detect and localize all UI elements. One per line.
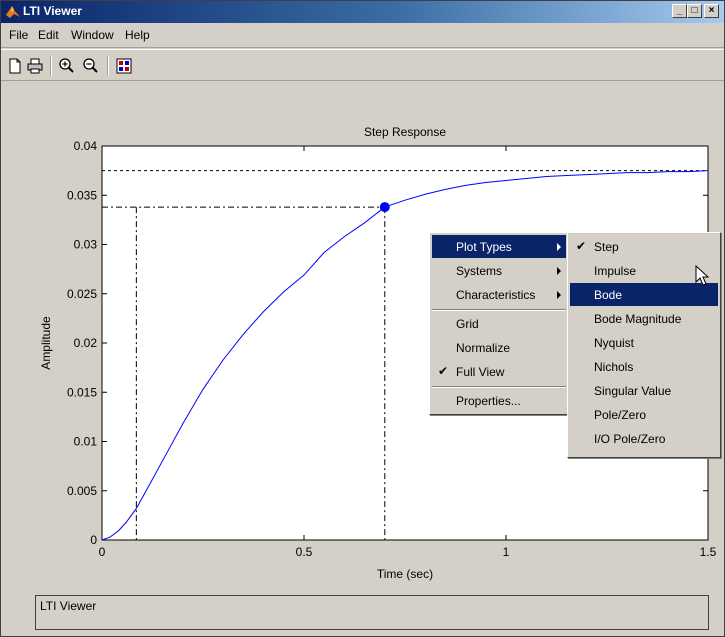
status-bar: LTI Viewer [35, 595, 709, 630]
y-tick-label: 0 [90, 533, 97, 547]
menu-separator [432, 309, 566, 311]
y-axis-label: Amplitude [39, 316, 53, 370]
ctx-label: Characteristics [456, 288, 536, 302]
submenu-label: Bode Magnitude [594, 312, 682, 326]
ctx-label: Plot Types [456, 240, 512, 254]
y-tick-label: 0.01 [74, 435, 98, 449]
submenu-item-pole-zero[interactable]: Pole/Zero [570, 403, 718, 426]
submenu-label: Pole/Zero [594, 408, 647, 422]
ctx-item-grid[interactable]: Grid [432, 312, 566, 335]
ctx-item-properties[interactable]: Properties... [432, 389, 566, 412]
y-tick-label: 0.02 [74, 336, 98, 350]
ctx-label: Normalize [456, 341, 511, 355]
ctx-item-full-view[interactable]: ✔ Full View [432, 360, 566, 383]
mouse-cursor-icon [695, 265, 710, 286]
y-tick-label: 0.025 [67, 287, 97, 301]
submenu-label: I/O Pole/Zero [594, 432, 666, 446]
ctx-item-systems[interactable]: Systems [432, 259, 566, 282]
ctx-item-normalize[interactable]: Normalize [432, 336, 566, 359]
submenu-label: Singular Value [594, 384, 672, 398]
y-tick-label: 0.005 [67, 484, 97, 498]
x-axis-label: Time (sec) [377, 567, 433, 581]
checkmark-icon: ✔ [438, 364, 449, 378]
ctx-label: Properties... [456, 394, 521, 408]
context-menu: Plot Types Systems Characteristics Grid … [429, 232, 569, 415]
y-tick-label: 0.04 [74, 139, 98, 153]
y-tick-label: 0.015 [67, 385, 97, 399]
submenu-item-io-pole-zero[interactable]: I/O Pole/Zero [570, 427, 718, 450]
checkmark-icon: ✔ [576, 239, 587, 253]
ctx-label: Grid [456, 317, 479, 331]
submenu-item-bode-magnitude[interactable]: Bode Magnitude [570, 307, 718, 330]
submenu-arrow-icon [557, 243, 561, 251]
x-tick-label: 0 [99, 545, 106, 559]
ctx-label: Full View [456, 365, 505, 379]
x-tick-label: 1 [503, 545, 510, 559]
submenu-item-nichols[interactable]: Nichols [570, 355, 718, 378]
submenu-item-step[interactable]: ✔ Step [570, 235, 718, 258]
y-tick-label: 0.035 [67, 188, 97, 202]
y-tick-label: 0.03 [74, 238, 98, 252]
submenu-label: Nichols [594, 360, 634, 374]
submenu-arrow-icon [557, 267, 561, 275]
data-point-marker [379, 202, 390, 213]
menu-separator [432, 386, 566, 388]
chart-title: Step Response [364, 125, 446, 139]
ctx-item-plot-types[interactable]: Plot Types [432, 235, 566, 258]
submenu-item-singular-value[interactable]: Singular Value [570, 379, 718, 402]
submenu-label: Impulse [594, 264, 637, 278]
ctx-label: Systems [456, 264, 503, 278]
ctx-item-characteristics[interactable]: Characteristics [432, 283, 566, 306]
submenu-label: Nyquist [594, 336, 635, 350]
submenu-arrow-icon [557, 291, 561, 299]
x-tick-label: 0.5 [296, 545, 313, 559]
submenu-item-nyquist[interactable]: Nyquist [570, 331, 718, 354]
submenu-label: Bode [594, 288, 623, 302]
submenu-label: Step [594, 240, 619, 254]
x-tick-label: 1.5 [700, 545, 717, 559]
status-text: LTI Viewer [40, 599, 97, 613]
lti-viewer-window: LTI Viewer _ □ × File Edit Window Help 0… [0, 0, 725, 637]
